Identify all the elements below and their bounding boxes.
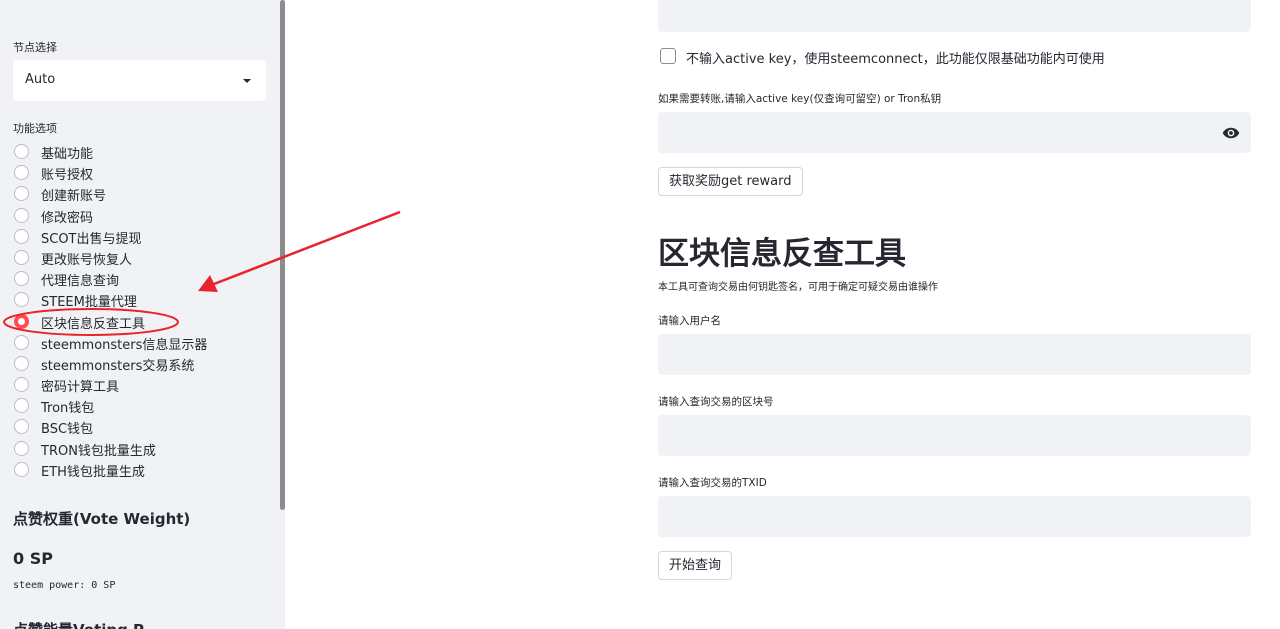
radio-option-label: STEEM批量代理 — [41, 295, 137, 311]
active-key-label: 如果需要转账,请输入active key(仅查询可留空) or Tron私钥 — [658, 93, 942, 105]
voting-power-heading: 点赞能量Voting P — [13, 619, 144, 629]
eye-icon[interactable] — [1222, 124, 1240, 142]
node-select-label: 节点选择 — [13, 41, 57, 54]
steem-power-text: steem power: 0 SP — [13, 580, 116, 591]
chevron-down-icon — [243, 79, 251, 83]
radio-circle[interactable] — [14, 249, 29, 265]
username-input[interactable] — [658, 334, 1251, 375]
radio-circle[interactable] — [14, 165, 29, 181]
radio-option-label: 代理信息查询 — [41, 274, 120, 290]
vote-weight-title: 点赞权重(Vote Weight) — [13, 510, 191, 528]
get-reward-button[interactable]: 获取奖励get reward — [658, 167, 803, 196]
radio-circle[interactable] — [14, 228, 29, 244]
radio-circle[interactable] — [14, 398, 29, 414]
node-select[interactable]: Auto — [13, 60, 266, 101]
radio-circle[interactable] — [14, 461, 29, 477]
radio-circle[interactable] — [14, 292, 29, 308]
radio-option-label: BSC钱包 — [41, 422, 94, 438]
page-description: 本工具可查询交易由何钥匙签名，可用于确定可疑交易由谁操作 — [658, 282, 938, 293]
radio-option-label: TRON钱包批量生成 — [41, 443, 156, 459]
radio-option-label: 创建新账号 — [41, 189, 107, 205]
txid-label: 请输入查询交易的TXID — [658, 477, 767, 489]
radio-circle[interactable] — [14, 144, 29, 159]
radio-circle[interactable] — [14, 271, 29, 287]
radio-option-label: steemmonsters交易系统 — [41, 358, 195, 374]
node-select-value: Auto — [25, 72, 56, 87]
radio-option-label: steemmonsters信息显示器 — [41, 337, 208, 353]
block-number-label: 请输入查询交易的区块号 — [658, 396, 774, 408]
radio-circle[interactable] — [14, 377, 29, 393]
start-query-button[interactable]: 开始查询 — [658, 551, 733, 580]
steemconnect-checkbox-label: 不输入active key，使用steemconnect，此功能仅限基础功能内可… — [686, 52, 1105, 67]
radio-circle[interactable] — [14, 355, 29, 371]
page-title: 区块信息反查工具 — [658, 236, 906, 272]
radio-option-label: 更改账号恢复人 — [41, 252, 133, 268]
radio-circle[interactable] — [14, 186, 29, 202]
radio-option-label: 账号授权 — [41, 168, 94, 184]
options-label: 功能选项 — [13, 122, 57, 135]
radio-option-label: Tron钱包 — [41, 401, 95, 417]
radio-circle[interactable] — [14, 419, 29, 435]
radio-option-label: 密码计算工具 — [41, 380, 120, 396]
radio-circle[interactable] — [14, 334, 29, 350]
radio-circle[interactable] — [14, 440, 29, 456]
sidebar: 节点选择 Auto 功能选项 基础功能账号授权创建新账号修改密码 SCOT出售与提… — [0, 0, 285, 629]
radio-circle[interactable] — [14, 207, 29, 223]
active-key-input[interactable] — [658, 112, 1251, 153]
radio-option-label: 区块信息反查工具 — [41, 316, 146, 332]
radio-option-label: SCOT出售与提现 — [41, 231, 142, 247]
sp-value: 0 SP — [13, 549, 53, 568]
radio-option-label: 修改密码 — [41, 210, 94, 226]
top-input-field[interactable] — [658, 0, 1251, 32]
radio-circle[interactable] — [14, 313, 29, 329]
username-label: 请输入用户名 — [658, 315, 721, 327]
block-number-input[interactable] — [658, 415, 1251, 456]
radio-option-label: 基础功能 — [41, 147, 94, 162]
txid-input[interactable] — [658, 496, 1251, 537]
steemconnect-checkbox[interactable] — [660, 48, 676, 64]
sidebar-scrollbar[interactable] — [280, 0, 285, 510]
radio-option-label: ETH钱包批量生成 — [41, 464, 145, 480]
